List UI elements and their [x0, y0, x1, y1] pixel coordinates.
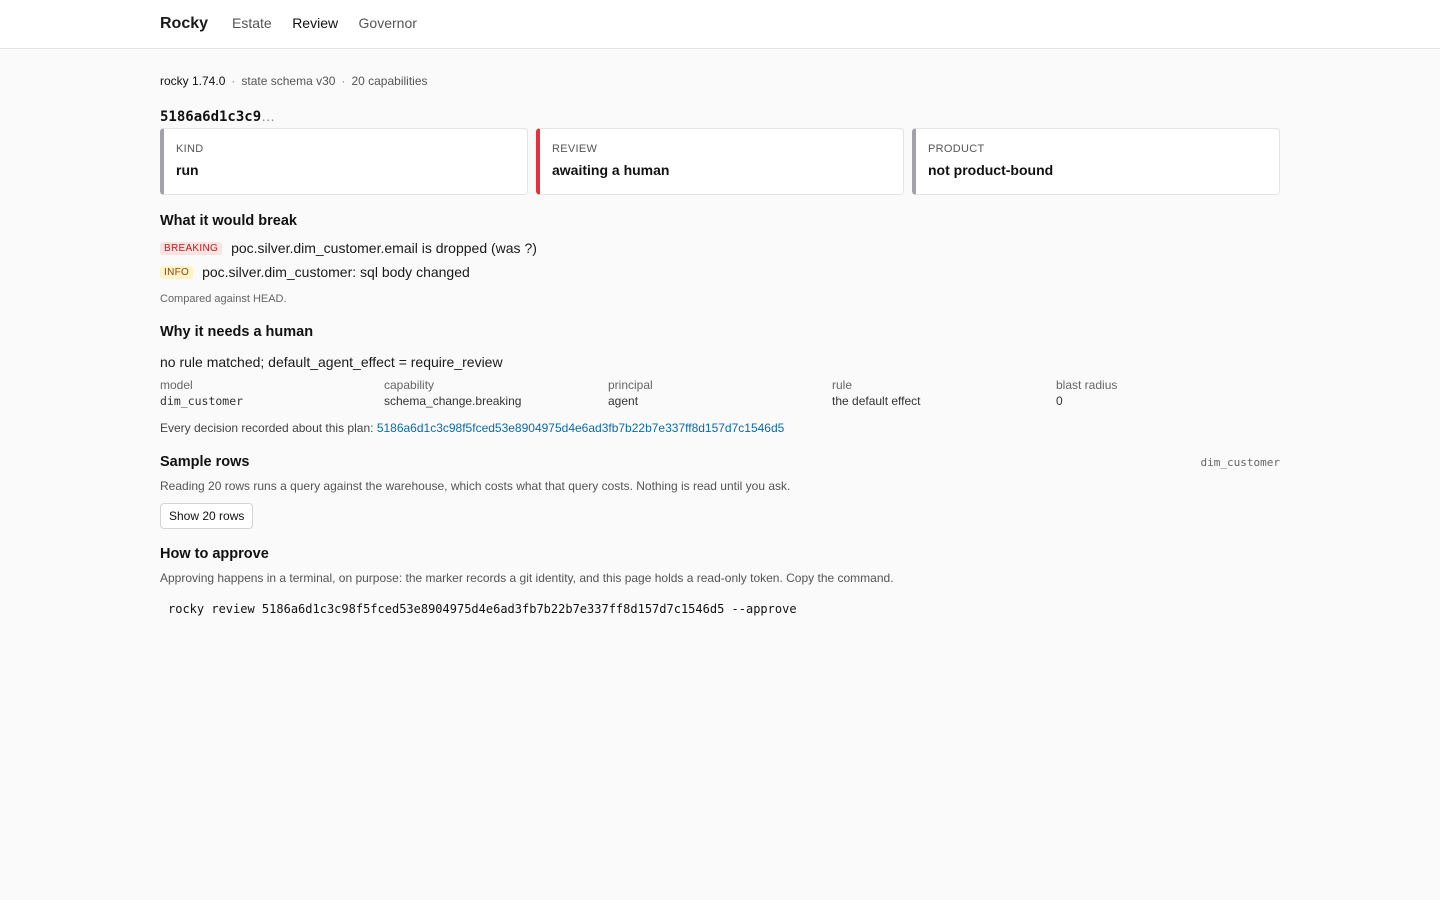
change-item: BREAKING poc.silver.dim_customer.email i… [160, 238, 1280, 258]
info-badge: INFO [160, 265, 194, 279]
fact-value: the default effect [832, 394, 921, 408]
sample-actions: Show 20 rows [160, 503, 1280, 529]
human-title: Why it needs a human [160, 324, 314, 340]
product-card: PRODUCT not product-bound [912, 128, 1280, 195]
approve-title: How to approve [160, 546, 269, 562]
review-label: REVIEW [552, 143, 598, 155]
capabilities-count: 20 capabilities [351, 74, 428, 88]
sample-header: Sample rows dim_customer [160, 454, 1280, 470]
nav-review[interactable]: Review [292, 15, 338, 31]
show-rows-button[interactable]: Show 20 rows [160, 503, 254, 529]
approve-description: Approving happens in a terminal, on purp… [160, 571, 894, 585]
version-meta: rocky 1.74.0 · state schema v30 · 20 capabil… [160, 73, 1280, 89]
breaking-badge: BREAKING [160, 241, 223, 255]
kind-label: KIND [176, 143, 204, 155]
review-card: REVIEW awaiting a human [536, 128, 904, 195]
rocky-version: rocky 1.74.0 [160, 74, 226, 88]
fact-blast-radius: blast radius 0 [1056, 378, 1280, 408]
decisions-line: Every decision recorded about this plan:… [160, 421, 1280, 435]
fact-value: dim_customer [160, 394, 244, 408]
sample-model-tag: dim_customer [1200, 455, 1280, 469]
meta-separator: · [231, 74, 236, 88]
review-page: rocky 1.74.0 · state schema v30 · 20 capabil… [160, 73, 1280, 616]
sample-section: Sample rows dim_customer Reading 20 rows… [160, 454, 1280, 529]
change-text: poc.silver.dim_customer: sql body change… [202, 264, 470, 280]
fact-key: model [160, 378, 193, 392]
kind-value: run [176, 162, 199, 178]
approve-section: How to approve Approving happens in a te… [160, 546, 1280, 616]
change-text: poc.silver.dim_customer.email is dropped… [231, 240, 537, 256]
fact-model: model dim_customer [160, 378, 384, 408]
fact-key: capability [384, 378, 435, 392]
sample-description: Reading 20 rows runs a query against the… [160, 479, 791, 493]
main-nav: Estate Review Governor [232, 15, 433, 33]
top-bar: Rocky Estate Review Governor [0, 0, 1440, 49]
nav-estate[interactable]: Estate [232, 15, 272, 31]
fact-principal: principal agent [608, 378, 832, 408]
product-value: not product-bound [928, 162, 1054, 178]
fact-key: rule [832, 378, 853, 392]
schema-version: state schema v30 [241, 74, 336, 88]
fact-value: agent [608, 394, 639, 408]
plan-id-short: 5186a6d1c3c9 [160, 109, 262, 125]
review-value: awaiting a human [552, 162, 670, 178]
decisions-label: Every decision recorded about this plan: [160, 421, 374, 435]
fact-value: 0 [1056, 394, 1063, 408]
plan-hash-link[interactable]: 5186a6d1c3c98f5fced53e8904975d4e6ad3fb7b… [377, 421, 785, 435]
summary-cards: KIND run REVIEW awaiting a human PRODUCT… [160, 128, 1280, 195]
plan-id-ellipsis: … [261, 108, 276, 124]
meta-separator: · [341, 74, 346, 88]
decision-facts: model dim_customer capability schema_cha… [160, 378, 1280, 408]
fact-capability: capability schema_change.breaking [384, 378, 608, 408]
breaks-title: What it would break [160, 213, 297, 229]
fact-key: principal [608, 378, 653, 392]
brand-logo[interactable]: Rocky [160, 15, 208, 33]
change-item: INFO poc.silver.dim_customer: sql body c… [160, 262, 1280, 282]
compare-note: Compared against HEAD. [160, 293, 287, 305]
product-label: PRODUCT [928, 143, 985, 155]
nav-governor[interactable]: Governor [359, 15, 417, 31]
sample-title: Sample rows [160, 454, 250, 470]
kind-card: KIND run [160, 128, 528, 195]
plan-id: 5186a6d1c3c9… [160, 107, 1280, 125]
fact-key: blast radius [1056, 378, 1118, 392]
human-section: Why it needs a human no rule matched; de… [160, 324, 1280, 435]
fact-value: schema_change.breaking [384, 394, 522, 408]
fact-rule: rule the default effect [832, 378, 1056, 408]
review-reason: no rule matched; default_agent_effect = … [160, 354, 503, 370]
breaks-section: What it would break BREAKING poc.silver.… [160, 213, 1280, 305]
approve-command[interactable]: rocky review 5186a6d1c3c98f5fced53e89049… [160, 602, 1280, 616]
